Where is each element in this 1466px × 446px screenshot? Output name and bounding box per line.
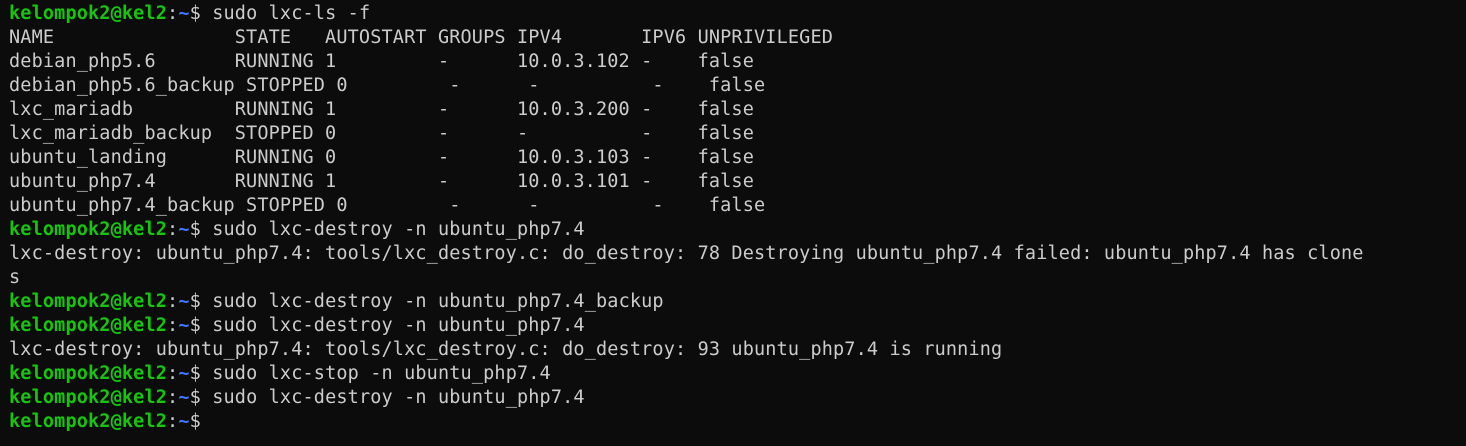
prompt-user-host: kelompok2@kel2 bbox=[9, 411, 168, 432]
output-text: debian_php5.6 RUNNING 1 - 10.0.3.102 - f… bbox=[9, 51, 755, 72]
output-line: lxc-destroy: ubuntu_php7.4: tools/lxc_de… bbox=[9, 338, 1466, 362]
prompt-colon: : bbox=[167, 291, 179, 312]
output-text: s bbox=[9, 267, 21, 288]
prompt-user-host: kelompok2@kel2 bbox=[9, 387, 168, 408]
prompt-user-host: kelompok2@kel2 bbox=[9, 291, 168, 312]
prompt-colon: : bbox=[167, 363, 179, 384]
output-line: ubuntu_landing RUNNING 0 - 10.0.3.103 - … bbox=[9, 146, 1466, 170]
output-line: lxc_mariadb RUNNING 1 - 10.0.3.200 - fal… bbox=[9, 98, 1466, 122]
prompt-colon: : bbox=[167, 3, 179, 24]
prompt-user-host: kelompok2@kel2 bbox=[9, 315, 168, 336]
output-text: ubuntu_php7.4_backup STOPPED 0 - - - fal… bbox=[9, 195, 766, 216]
prompt-symbol: $ bbox=[189, 363, 213, 384]
prompt-symbol: $ bbox=[189, 3, 213, 24]
prompt-user-host: kelompok2@kel2 bbox=[9, 219, 168, 240]
output-text: ubuntu_landing RUNNING 0 - 10.0.3.103 - … bbox=[9, 147, 755, 168]
active-prompt-line[interactable]: kelompok2@kel2:~$ bbox=[9, 410, 1466, 434]
prompt-user-host: kelompok2@kel2 bbox=[9, 3, 168, 24]
terminal-window[interactable]: kelompok2@kel2:~$ sudo lxc-ls -f NAME STA… bbox=[0, 0, 1466, 446]
prompt-line: kelompok2@kel2:~$ sudo lxc-ls -f bbox=[9, 2, 1466, 26]
prompt-path: ~ bbox=[178, 363, 190, 384]
prompt-symbol: $ bbox=[189, 291, 213, 312]
prompt-symbol: $ bbox=[189, 219, 213, 240]
command-text: sudo lxc-ls -f bbox=[212, 3, 371, 24]
command-text: sudo lxc-destroy -n ubuntu_php7.4 bbox=[212, 315, 585, 336]
output-line: ubuntu_php7.4_backup STOPPED 0 - - - fal… bbox=[9, 194, 1466, 218]
prompt-path: ~ bbox=[178, 387, 190, 408]
output-text: NAME STATE AUTOSTART GROUPS IPV4 IPV6 UN… bbox=[9, 27, 834, 48]
prompt-path: ~ bbox=[178, 291, 190, 312]
prompt-path: ~ bbox=[178, 219, 190, 240]
output-line: ubuntu_php7.4 RUNNING 1 - 10.0.3.101 - f… bbox=[9, 170, 1466, 194]
output-line: NAME STATE AUTOSTART GROUPS IPV4 IPV6 UN… bbox=[9, 26, 1466, 50]
prompt-symbol: $ bbox=[189, 387, 213, 408]
prompt-line: kelompok2@kel2:~$ sudo lxc-destroy -n ub… bbox=[9, 290, 1466, 314]
prompt-path: ~ bbox=[178, 3, 190, 24]
prompt-line: kelompok2@kel2:~$ sudo lxc-destroy -n ub… bbox=[9, 314, 1466, 338]
output-text: lxc-destroy: ubuntu_php7.4: tools/lxc_de… bbox=[9, 339, 1003, 360]
command-text: sudo lxc-stop -n ubuntu_php7.4 bbox=[212, 363, 551, 384]
prompt-line: kelompok2@kel2:~$ sudo lxc-stop -n ubunt… bbox=[9, 362, 1466, 386]
output-line: lxc-destroy: ubuntu_php7.4: tools/lxc_de… bbox=[9, 242, 1466, 266]
command-text: sudo lxc-destroy -n ubuntu_php7.4 bbox=[212, 219, 585, 240]
prompt-line: kelompok2@kel2:~$ sudo lxc-destroy -n ub… bbox=[9, 386, 1466, 410]
prompt-line: kelompok2@kel2:~$ sudo lxc-destroy -n ub… bbox=[9, 218, 1466, 242]
output-text: lxc-destroy: ubuntu_php7.4: tools/lxc_de… bbox=[9, 243, 1364, 264]
output-text: lxc_mariadb_backup STOPPED 0 - - - false bbox=[9, 123, 755, 144]
prompt-colon: : bbox=[167, 315, 179, 336]
prompt-path: ~ bbox=[178, 315, 190, 336]
terminal-output: kelompok2@kel2:~$ sudo lxc-ls -f NAME STA… bbox=[9, 2, 1466, 434]
prompt-colon: : bbox=[167, 411, 179, 432]
output-line: debian_php5.6_backup STOPPED 0 - - - fal… bbox=[9, 74, 1466, 98]
output-text: ubuntu_php7.4 RUNNING 1 - 10.0.3.101 - f… bbox=[9, 171, 755, 192]
prompt-colon: : bbox=[167, 387, 179, 408]
prompt-user-host: kelompok2@kel2 bbox=[9, 363, 168, 384]
output-line: s bbox=[9, 266, 1466, 290]
command-text: sudo lxc-destroy -n ubuntu_php7.4 bbox=[212, 387, 585, 408]
output-text: debian_php5.6_backup STOPPED 0 - - - fal… bbox=[9, 75, 766, 96]
output-line: lxc_mariadb_backup STOPPED 0 - - - false bbox=[9, 122, 1466, 146]
prompt-symbol: $ bbox=[189, 315, 213, 336]
output-line: debian_php5.6 RUNNING 1 - 10.0.3.102 - f… bbox=[9, 50, 1466, 74]
command-text: sudo lxc-destroy -n ubuntu_php7.4_backup bbox=[212, 291, 664, 312]
prompt-path: ~ bbox=[178, 411, 190, 432]
prompt-colon: : bbox=[167, 219, 179, 240]
prompt-symbol: $ bbox=[189, 411, 213, 432]
output-text: lxc_mariadb RUNNING 1 - 10.0.3.200 - fal… bbox=[9, 99, 755, 120]
